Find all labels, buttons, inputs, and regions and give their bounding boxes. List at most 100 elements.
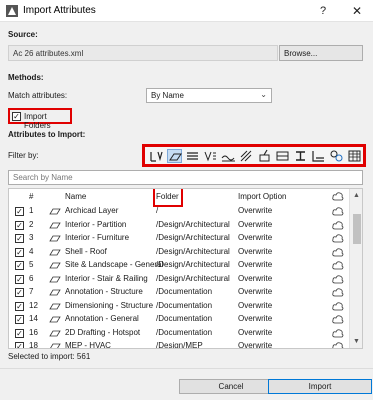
row-number: 3 <box>29 233 34 242</box>
layer-row-icon <box>49 208 61 215</box>
import-button[interactable]: Import <box>268 379 372 394</box>
row-name: Annotation - General <box>65 314 139 323</box>
pen-filter-button[interactable] <box>221 149 236 163</box>
cloud-icon <box>332 220 344 229</box>
match-attributes-select[interactable]: By Name ⌄ <box>146 88 272 103</box>
attributes-table: # Name Folder Import Option ✓ 1 Archicad L… <box>8 188 363 349</box>
row-folder: /Design/MEP <box>156 341 203 349</box>
table-row[interactable]: ✓ 3 Interior - Furniture/Design/Architectu… <box>9 232 349 245</box>
surface-filter-button[interactable] <box>167 149 182 163</box>
column-header-import-option[interactable]: Import Option <box>238 192 286 201</box>
operation-profile-filter-button[interactable] <box>347 149 362 163</box>
layer-row-icon <box>49 289 61 296</box>
title-bar: Import Attributes ? ✕ <box>0 0 373 22</box>
row-import-option[interactable]: Overwrite <box>238 206 272 215</box>
cloud-icon <box>332 247 344 256</box>
scroll-up-icon[interactable]: ▲ <box>353 192 360 199</box>
column-header-number[interactable]: # <box>29 192 33 201</box>
row-number: 6 <box>29 273 34 283</box>
table-row[interactable]: ✓ 2 Interior - Partition/Design/Architectu… <box>9 219 349 232</box>
column-header-name[interactable]: Name <box>65 192 86 201</box>
row-import-option[interactable]: Overwrite <box>238 247 272 256</box>
row-number: 4 <box>29 246 34 256</box>
table-row[interactable]: ✓ 6 Interior - Stair & Railing/Design/Arch… <box>9 273 349 286</box>
help-button[interactable]: ? <box>315 3 331 19</box>
import-folders-checkbox[interactable]: ✓ Import Folders <box>8 108 72 130</box>
mep-icon <box>330 150 343 162</box>
column-header-folder[interactable]: Folder <box>156 192 179 201</box>
row-checkbox[interactable]: ✓ <box>15 220 24 230</box>
mep-filter-button[interactable] <box>329 149 344 163</box>
table-scrollbar[interactable]: ▲ ▼ <box>349 189 362 348</box>
layer-row-icon <box>49 316 61 323</box>
row-number: 5 <box>29 260 34 269</box>
pen-set-filter-button[interactable] <box>257 149 272 163</box>
layer-row-icon <box>49 249 61 255</box>
cloud-icon <box>332 301 344 310</box>
row-name: Site & Landscape - General <box>65 260 164 269</box>
archicad-app-icon <box>6 5 18 17</box>
row-checkbox[interactable]: ✓ <box>15 274 24 284</box>
profile-icon <box>276 151 289 161</box>
methods-label: Methods: <box>8 73 44 82</box>
row-folder: /Design/Architectural <box>156 273 230 283</box>
cloud-icon <box>332 315 344 324</box>
row-checkbox[interactable]: ✓ <box>15 301 24 311</box>
layer-icon <box>150 151 163 162</box>
composite-filter-button[interactable] <box>185 149 200 163</box>
table-row[interactable]: ✓ 14 Annotation - General/Documentation Ove… <box>9 313 349 326</box>
scroll-thumb[interactable] <box>353 214 361 244</box>
row-checkbox[interactable]: ✓ <box>15 234 24 243</box>
table-row[interactable]: ✓ 7 Annotation - Structure/Documentation Ov… <box>9 286 349 299</box>
row-number: 16 <box>29 327 38 337</box>
layer-row-icon <box>49 235 61 242</box>
row-import-option[interactable]: Overwrite <box>238 233 272 242</box>
building-material-icon <box>312 151 324 162</box>
profile-filter-button[interactable] <box>275 149 290 163</box>
row-import-option[interactable]: Overwrite <box>238 328 272 337</box>
close-button[interactable]: ✕ <box>349 3 365 19</box>
row-import-option[interactable]: Overwrite <box>238 301 272 310</box>
table-row[interactable]: ✓ 5 Site & Landscape - General/Design/Arch… <box>9 259 349 272</box>
table-row[interactable]: ✓ 1 Archicad Layer / Overwrite <box>9 205 349 218</box>
layer-row-icon <box>50 343 61 348</box>
dialog-footer: Cancel Import <box>0 368 373 400</box>
cloud-icon <box>332 342 344 348</box>
table-row[interactable]: ✓ 4 Shell - Roof/Design/Architectural Overw… <box>9 246 349 259</box>
row-number: 1 <box>29 206 34 215</box>
row-checkbox[interactable]: ✓ <box>15 328 24 338</box>
window-title: Import Attributes <box>23 5 96 16</box>
scroll-down-icon[interactable]: ▼ <box>353 338 360 345</box>
row-import-option[interactable]: Overwrite <box>238 274 272 283</box>
row-checkbox[interactable]: ✓ <box>15 207 24 216</box>
row-folder: /Documentation <box>156 327 213 337</box>
row-checkbox[interactable]: ✓ <box>15 261 24 270</box>
row-name: 2D Drafting - Hotspot <box>65 327 141 337</box>
table-row[interactable]: ✓ 16 2D Drafting - Hotspot/Documentation Ov… <box>9 327 349 340</box>
cloud-icon <box>332 192 344 201</box>
line-type-icon <box>204 151 216 162</box>
fill-filter-button[interactable] <box>239 149 254 163</box>
table-row[interactable]: ✓ 12 Dimensioning - Structure/Documentatio… <box>9 300 349 313</box>
line-type-filter-button[interactable] <box>203 149 218 163</box>
row-checkbox[interactable]: ✓ <box>15 247 24 257</box>
row-import-option[interactable]: Overwrite <box>238 220 272 229</box>
row-import-option[interactable]: Overwrite <box>238 341 272 348</box>
row-import-option[interactable]: Overwrite <box>238 287 272 296</box>
source-label: Source: <box>8 30 38 39</box>
row-name: MEP - HVAC <box>65 341 111 349</box>
row-checkbox[interactable]: ✓ <box>15 342 24 348</box>
fill-icon <box>240 150 252 162</box>
row-folder: /Design/Architectural <box>156 260 230 269</box>
row-checkbox[interactable]: ✓ <box>15 315 24 324</box>
building-material-filter-button[interactable] <box>311 149 326 163</box>
search-by-name-input[interactable]: Search by Name <box>8 170 363 185</box>
browse-button[interactable]: Browse... <box>279 45 363 61</box>
row-import-option[interactable]: Overwrite <box>238 314 272 323</box>
attribute-type-filter-bar <box>142 144 366 167</box>
row-checkbox[interactable]: ✓ <box>15 288 24 297</box>
zone-category-filter-button[interactable] <box>293 149 308 163</box>
row-import-option[interactable]: Overwrite <box>238 260 272 269</box>
table-row[interactable]: ✓ 18 MEP - HVAC/Design/MEP Overwrite <box>9 340 349 349</box>
layer-filter-button[interactable] <box>149 149 164 163</box>
